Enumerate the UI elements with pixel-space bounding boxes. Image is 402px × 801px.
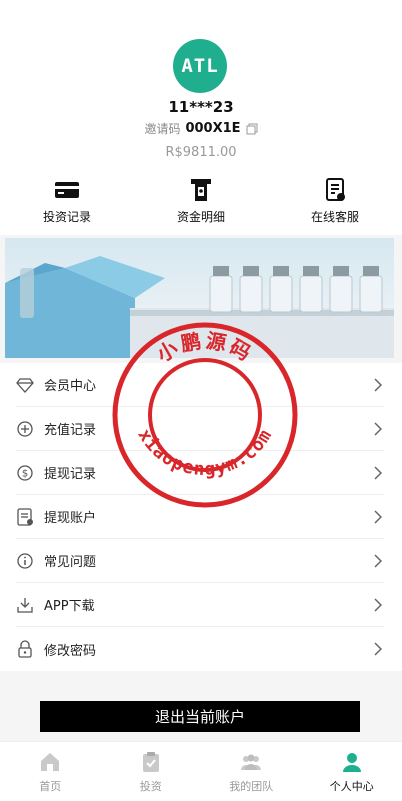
shortcut-label: 在线客服 [310, 210, 359, 224]
tab-home[interactable]: 首页 [0, 742, 101, 801]
menu-item-withdrawal-records[interactable]: $ 提现记录 [16, 451, 384, 495]
shortcut-fund-details[interactable]: 资金明细 [134, 178, 268, 228]
team-icon [241, 754, 262, 770]
profile-header: ATL 11***23 邀请码 000X1E R$9811.00 投资记录 资金… [0, 0, 402, 235]
menu-item-member-center[interactable]: 会员中心 [16, 363, 384, 407]
atm-icon [191, 179, 211, 201]
menu-item-recharge-records[interactable]: 充值记录 [16, 407, 384, 451]
invite-label: 邀请码 [144, 122, 181, 136]
vials-illustration [5, 256, 394, 358]
tab-label: 首页 [39, 780, 62, 793]
menu-item-change-password[interactable]: 修改密码 [16, 627, 384, 671]
diamond-icon [16, 377, 34, 393]
tab-my-team[interactable]: 我的团队 [201, 742, 302, 801]
home-icon [41, 753, 60, 771]
banner-image[interactable] [5, 238, 394, 358]
clipboard-icon [142, 752, 159, 772]
tab-personal-center[interactable]: 个人中心 [302, 742, 402, 801]
info-icon [17, 552, 33, 569]
account-doc-icon [17, 507, 33, 526]
tab-invest[interactable]: 投资 [101, 742, 202, 801]
invite-code: 000X1E [185, 121, 241, 136]
profile-page: ATL 11***23 邀请码 000X1E R$9811.00 投资记录 资金… [0, 0, 402, 801]
tab-label: 个人中心 [329, 780, 374, 793]
chevron-right-icon [374, 378, 382, 392]
document-icon [326, 178, 345, 201]
username: 11***23 [168, 98, 234, 116]
tab-label: 我的团队 [229, 780, 274, 793]
chevron-right-icon [374, 510, 382, 524]
shortcut-label: 资金明细 [176, 210, 225, 224]
menu-item-label: 提现记录 [44, 467, 97, 482]
menu-item-withdrawal-account[interactable]: 提现账户 [16, 495, 384, 539]
chevron-right-icon [374, 422, 382, 436]
bottom-tab-bar: 首页 投资 我的团队 个人中心 [0, 741, 402, 801]
shortcut-bar: 投资记录 资金明细 在线客服 [0, 178, 402, 228]
menu-item-app-download[interactable]: APP下载 [16, 583, 384, 627]
dollar-circle-icon: $ [17, 464, 33, 481]
chevron-right-icon [374, 642, 382, 656]
settings-menu: 会员中心 充值记录 $ 提现记录 提现账户 常见问题 APP下载 修改密码 [0, 363, 402, 671]
avatar[interactable]: ATL [173, 39, 227, 93]
person-icon [342, 753, 361, 772]
menu-item-label: 会员中心 [44, 379, 97, 394]
menu-item-label: 提现账户 [44, 511, 97, 526]
menu-item-label: 修改密码 [44, 643, 97, 659]
card-icon [55, 182, 79, 198]
chevron-right-icon [374, 466, 382, 480]
recharge-icon [17, 420, 33, 437]
chevron-right-icon [374, 598, 382, 612]
shortcut-label: 投资记录 [42, 210, 91, 224]
menu-item-label: 充值记录 [44, 423, 97, 438]
menu-item-faq[interactable]: 常见问题 [16, 539, 384, 583]
svg-text:$: $ [22, 468, 28, 479]
tab-label: 投资 [139, 780, 162, 793]
shortcut-investment-records[interactable]: 投资记录 [0, 178, 134, 228]
chevron-right-icon [374, 554, 382, 568]
menu-item-label: APP下载 [44, 599, 95, 614]
invite-code-row: 邀请码 000X1E [0, 120, 402, 137]
logout-button[interactable]: 退出当前账户 [40, 701, 360, 732]
lock-icon [18, 640, 32, 658]
balance: R$9811.00 [165, 145, 237, 160]
menu-item-label: 常见问题 [44, 555, 97, 570]
copy-icon[interactable] [246, 123, 258, 135]
shortcut-online-service[interactable]: 在线客服 [268, 178, 402, 228]
download-icon [17, 597, 33, 613]
